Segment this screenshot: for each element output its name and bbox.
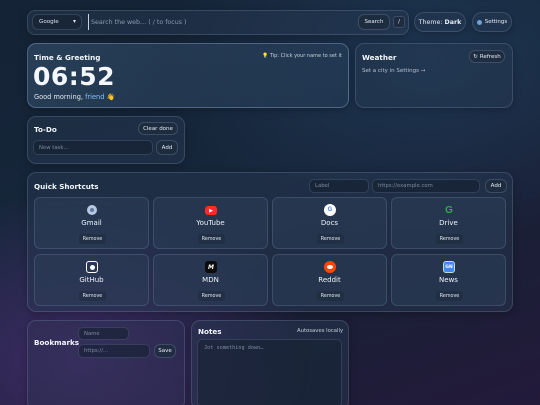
add-shortcut-button[interactable]: Add: [485, 179, 507, 193]
refresh-icon: ↻: [473, 53, 478, 60]
google-icon: G: [324, 204, 336, 216]
shortcut-name: Reddit: [318, 276, 341, 284]
notes-title: Notes: [198, 327, 222, 336]
search-button[interactable]: Search: [358, 14, 390, 30]
search-engine-value: Google: [39, 19, 59, 25]
search-placeholder: Search the web… ( / to focus ): [91, 18, 187, 26]
greeting-text: Good morning,: [34, 93, 83, 101]
google-news-icon: GN: [443, 261, 455, 273]
shortcut-url-placeholder: https://example.com: [378, 183, 433, 189]
gear-icon: [476, 19, 482, 25]
settings-label: Settings: [484, 19, 508, 25]
shortcut-key-hint: /: [393, 16, 405, 28]
remove-button[interactable]: Remove: [436, 234, 463, 244]
shortcut-tile-reddit[interactable]: Reddit Remove: [272, 254, 387, 306]
remove-button[interactable]: Remove: [198, 234, 225, 244]
shortcut-tile-drive[interactable]: G Drive Remove: [391, 197, 506, 249]
remove-button[interactable]: Remove: [79, 291, 106, 301]
github-icon: [86, 261, 98, 273]
tip-text: 💡 Tip: Click your name to set it: [262, 53, 342, 59]
lightbulb-icon: 💡: [262, 53, 269, 59]
bookmark-name-placeholder: Name: [84, 330, 100, 337]
bookmark-name-input[interactable]: Name: [78, 327, 129, 340]
weather-title: Weather: [362, 53, 397, 62]
remove-button[interactable]: Remove: [317, 234, 344, 244]
add-task-button[interactable]: Add: [156, 140, 178, 155]
shortcuts-title: Quick Shortcuts: [34, 182, 99, 191]
new-task-input[interactable]: New task…: [33, 140, 153, 155]
shortcut-tile-docs[interactable]: G Docs Remove: [272, 197, 387, 249]
shortcut-tile-news[interactable]: GN News Remove: [391, 254, 506, 306]
clear-done-button[interactable]: Clear done: [138, 122, 178, 135]
todo-title: To-Do: [34, 125, 57, 134]
google-icon: G: [445, 204, 453, 216]
shortcut-tile-github[interactable]: GitHub Remove: [34, 254, 149, 306]
youtube-icon: ▶: [205, 206, 217, 215]
shortcut-name: MDN: [202, 276, 219, 284]
weather-message: Set a city in Settings →: [362, 68, 426, 74]
refresh-button[interactable]: ↻ Refresh: [469, 50, 505, 63]
greeting: Good morning, friend 👋: [34, 93, 115, 101]
shortcut-url-input[interactable]: https://example.com: [372, 179, 480, 193]
tip-label: Tip: Click your name to set it: [269, 53, 342, 59]
mdn-icon: M: [205, 261, 217, 273]
bookmarks-title: Bookmarks: [34, 338, 80, 347]
shortcut-tile-gmail[interactable]: Gmail Remove: [34, 197, 149, 249]
remove-button[interactable]: Remove: [79, 234, 106, 244]
wave-icon: 👋: [106, 93, 115, 101]
shortcut-label-placeholder: Label: [315, 183, 330, 189]
remove-button[interactable]: Remove: [317, 291, 344, 301]
shortcut-name: GitHub: [79, 276, 104, 284]
bookmark-url-placeholder: https://…: [84, 348, 109, 354]
shortcut-name: Docs: [320, 219, 339, 227]
notes-textarea[interactable]: Jot something down…: [197, 339, 342, 405]
shortcut-name: News: [439, 276, 458, 284]
autosave-label: Autosaves locally: [297, 328, 344, 334]
shortcut-label-input[interactable]: Label: [309, 179, 369, 193]
user-name[interactable]: friend: [85, 93, 104, 101]
bookmark-url-input[interactable]: https://…: [78, 344, 150, 358]
chevron-down-icon: ▾: [72, 18, 76, 25]
shortcut-tile-mdn[interactable]: M MDN Remove: [153, 254, 268, 306]
theme-label: Theme:: [418, 18, 443, 26]
clock-time: 06:52: [33, 62, 116, 91]
shortcut-name: Gmail: [81, 219, 102, 227]
clock-title: Time & Greeting: [34, 53, 101, 62]
theme-toggle[interactable]: Theme: Dark: [414, 12, 466, 32]
shortcut-tile-youtube[interactable]: ▶ YouTube Remove: [153, 197, 268, 249]
notes-placeholder: Jot something down…: [204, 345, 264, 351]
refresh-label: Refresh: [479, 53, 501, 60]
remove-button[interactable]: Remove: [436, 291, 463, 301]
new-task-placeholder: New task…: [39, 144, 69, 151]
reddit-icon: [324, 261, 336, 273]
globe-icon: [87, 205, 97, 215]
save-bookmark-button[interactable]: Save: [154, 344, 176, 358]
remove-button[interactable]: Remove: [198, 291, 225, 301]
search-engine-select[interactable]: Google ▾: [32, 14, 82, 30]
settings-button[interactable]: Settings: [472, 12, 512, 32]
search-input[interactable]: Search the web… ( / to focus ): [88, 14, 354, 30]
shortcut-name: Drive: [439, 219, 458, 227]
shortcut-name: YouTube: [196, 219, 225, 227]
theme-value: Dark: [444, 18, 462, 26]
